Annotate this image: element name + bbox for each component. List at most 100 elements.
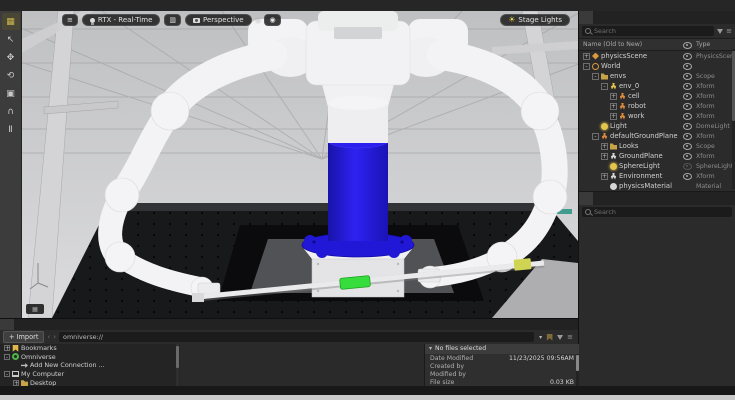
visibility-eye-icon[interactable] (683, 103, 692, 110)
tab-layer[interactable] (593, 11, 607, 24)
expander-toggle[interactable]: + (610, 93, 617, 100)
stage-tree-row[interactable]: - envs Scope (579, 71, 735, 81)
expander-toggle[interactable]: - (592, 73, 599, 80)
collapse-icon: ▾ (429, 344, 432, 354)
expander-toggle[interactable]: + (583, 53, 590, 60)
stage-tree-row[interactable]: + robot Xform (579, 101, 735, 111)
stage-lights-toggle[interactable]: ☀ Stage Lights (500, 14, 570, 26)
tab-content[interactable] (0, 319, 14, 330)
stage-search-input[interactable]: Search (582, 26, 714, 36)
expander-toggle[interactable]: + (610, 103, 617, 110)
visibility-eye-icon[interactable] (683, 113, 692, 120)
expander-toggle[interactable]: + (601, 173, 608, 180)
expander-toggle[interactable]: + (601, 153, 608, 160)
details-scrollbar[interactable] (576, 354, 579, 387)
tab-stage[interactable] (579, 11, 593, 24)
tab-semantics-schema-editor[interactable] (593, 192, 607, 205)
field-value: 11/23/2025 09:56AM (509, 355, 574, 362)
visibility-eye-icon[interactable] (683, 153, 692, 160)
filter-icon[interactable] (717, 29, 723, 34)
expander-toggle[interactable]: + (610, 113, 617, 120)
prim-type: PhysicsScene (696, 53, 735, 60)
property-search-input[interactable]: Search (582, 207, 732, 217)
stage-tree-row[interactable]: Light DomeLight (579, 121, 735, 131)
chevron-down-icon[interactable]: ▾ (539, 334, 542, 341)
expander-toggle[interactable]: - (4, 371, 10, 377)
file-tree-row[interactable]: Add New Connection ... (0, 361, 176, 370)
back-icon[interactable]: ‹ (47, 332, 50, 342)
property-panel-tabs (579, 192, 735, 205)
details-header[interactable]: ▾ No files selected (425, 344, 579, 354)
visibility-eye-icon[interactable] (683, 143, 692, 150)
options-icon[interactable]: ≡ (726, 28, 732, 35)
tool-button[interactable]: Ⅱ (2, 121, 20, 138)
visibility-eye-icon[interactable] (683, 83, 692, 90)
file-tree-row[interactable]: + Bookmarks (0, 344, 176, 353)
details-row: Created by (425, 362, 579, 370)
prim-type: DomeLight (696, 123, 730, 130)
visibility-eye-icon[interactable] (683, 53, 692, 60)
list-view-icon[interactable]: ≡ (567, 334, 573, 341)
visibility-eye-icon[interactable] (683, 123, 692, 130)
stage-tree-row[interactable]: + work Xform (579, 111, 735, 121)
visibility-eye-icon[interactable] (683, 163, 692, 170)
stage-tree-row[interactable]: + physicsScene PhysicsScene (579, 51, 735, 61)
stage-tree-row[interactable]: + cell Xform (579, 91, 735, 101)
file-tree-scrollbar[interactable] (176, 344, 179, 387)
camera-label: Perspective (203, 16, 244, 24)
type-column-header[interactable]: Type (696, 39, 710, 50)
address-bar[interactable]: omniverse:// (59, 332, 534, 342)
menu-bar (0, 0, 735, 11)
visibility-eye-icon[interactable] (683, 73, 692, 80)
forward-icon[interactable]: › (53, 332, 56, 342)
tab-property[interactable] (579, 192, 593, 205)
file-tree-row[interactable]: - Omniverse (0, 353, 176, 362)
visibility-eye-icon[interactable] (683, 93, 692, 100)
visibility-eye-icon[interactable] (683, 173, 692, 180)
import-button[interactable]: +Import (3, 331, 44, 343)
details-row: Modified by (425, 370, 579, 378)
visibility-eye-icon[interactable] (683, 133, 692, 140)
viewport-menu-button[interactable]: ≡ (62, 14, 78, 26)
bookmark-icon[interactable] (546, 334, 553, 341)
world-icon (592, 63, 599, 70)
stage-tree-row[interactable]: - World (579, 61, 735, 71)
tool-button[interactable]: ▣ (2, 85, 20, 102)
expander-toggle[interactable]: - (592, 133, 599, 140)
bookmark-icon (12, 345, 19, 352)
expander-toggle[interactable]: + (4, 345, 10, 351)
tool-button[interactable]: ✥ (2, 49, 20, 66)
tool-button[interactable]: ↖ (2, 31, 20, 48)
tool-button[interactable]: ⟲ (2, 67, 20, 84)
tab-console[interactable] (14, 319, 28, 330)
renderer-selector[interactable]: RTX - Real-Time (82, 14, 161, 26)
stage-tree-row[interactable]: - defaultGroundPlane Xform (579, 131, 735, 141)
tool-button[interactable]: ∩ (2, 103, 20, 120)
file-grid-area[interactable] (180, 344, 424, 387)
capture-button[interactable]: ◉ (264, 14, 280, 26)
stage-tree-header: Name (Old to New) Type (579, 38, 735, 51)
tool-button[interactable]: ▦ (2, 13, 20, 30)
expander-toggle[interactable]: - (4, 354, 10, 360)
visibility-eye-icon[interactable] (683, 63, 692, 70)
tab-render-settings[interactable] (607, 11, 621, 24)
viewport-corner-badge[interactable]: ▦ (26, 304, 44, 314)
expander-toggle[interactable]: + (601, 143, 608, 150)
render-settings-button[interactable]: ▥ (164, 14, 181, 26)
stage-tree-row[interactable]: + Looks Scope (579, 141, 735, 151)
3d-viewport[interactable]: ≡ RTX - Real-Time ▥ Perspective » ◉ ☀ St… (22, 11, 578, 318)
filter-icon[interactable] (557, 335, 563, 340)
expander-toggle[interactable]: - (601, 83, 608, 90)
stage-tree-row[interactable]: - env_0 Xform (579, 81, 735, 91)
stage-tree-row[interactable]: + GroundPlane Xform (579, 151, 735, 161)
stage-tree-row[interactable]: SphereLight SphereLight (579, 161, 735, 171)
expander-toggle[interactable]: + (13, 380, 19, 386)
file-tree-row[interactable]: - My Computer (0, 370, 176, 379)
camera-selector[interactable]: Perspective (185, 14, 252, 26)
expander-toggle[interactable]: - (583, 63, 590, 70)
sun-icon (601, 123, 608, 130)
stage-tree-row[interactable]: physicsMaterial Material (579, 181, 735, 191)
location-name: Bookmarks (21, 344, 57, 352)
stage-tree-row[interactable]: + Environment Xform (579, 171, 735, 181)
name-column-header[interactable]: Name (Old to New) (583, 39, 642, 50)
